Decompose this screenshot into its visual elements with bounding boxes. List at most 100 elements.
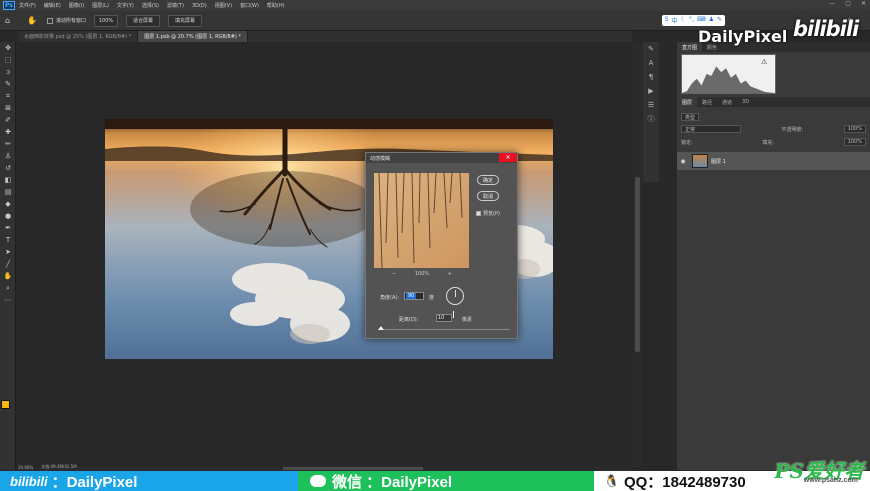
filter-kind-select[interactable]: 类型 bbox=[681, 113, 700, 121]
gradient-tool-icon[interactable]: ▤ bbox=[0, 186, 16, 198]
character-panel-icon[interactable]: A bbox=[643, 56, 659, 70]
distance-unit: 像素 bbox=[462, 317, 473, 323]
blur-preview[interactable] bbox=[374, 173, 469, 268]
blur-tool-icon[interactable]: ◆ bbox=[0, 198, 16, 210]
menu-3d[interactable]: 3D(D) bbox=[192, 3, 207, 9]
menu-layer[interactable]: 图层(L) bbox=[92, 2, 109, 9]
distance-slider-knob[interactable] bbox=[378, 326, 384, 330]
ime-moon-icon[interactable]: ☾ bbox=[681, 16, 686, 25]
line-tool-icon[interactable]: ╱ bbox=[0, 258, 16, 270]
fill-screen-button[interactable]: 填充屏幕 bbox=[168, 14, 203, 27]
tab-paths[interactable]: 路径 bbox=[697, 97, 717, 107]
preview-image bbox=[374, 173, 469, 268]
menu-window[interactable]: 窗口(W) bbox=[240, 2, 259, 9]
menu-select[interactable]: 选择(S) bbox=[142, 2, 159, 9]
more-tools-icon[interactable]: ⋯ bbox=[0, 294, 16, 306]
ime-punct-icon[interactable]: °, bbox=[689, 16, 694, 25]
tab-reflection-psd[interactable]: 水面倒影效果.psd @ 25% (图层 1, RGB/8#) * bbox=[18, 31, 139, 42]
visibility-eye-icon[interactable]: ◉ bbox=[677, 158, 689, 165]
tab-channels[interactable]: 通道 bbox=[717, 97, 737, 107]
tab-layers[interactable]: 图层 bbox=[677, 97, 698, 107]
layer-row[interactable]: ◉ 图层 1 bbox=[677, 152, 870, 170]
fit-screen-button[interactable]: 适合屏幕 bbox=[125, 14, 160, 27]
menu-type[interactable]: 文字(Y) bbox=[117, 2, 134, 9]
zoom-100-button[interactable]: 100% bbox=[93, 14, 118, 27]
history-brush-tool-icon[interactable]: ↺ bbox=[0, 162, 16, 174]
paragraph-panel-icon[interactable]: ¶ bbox=[643, 70, 659, 84]
close-window-button[interactable]: ✕ bbox=[861, 0, 866, 7]
zoom-tool-icon[interactable]: ⌕ bbox=[0, 282, 16, 294]
banner-qq-text: QQ：1842489730 bbox=[623, 473, 746, 491]
preview-checkbox[interactable] bbox=[476, 211, 481, 216]
home-icon[interactable]: ⌂ bbox=[5, 16, 17, 25]
foreground-color-swatch[interactable] bbox=[1, 400, 10, 409]
dialog-close-button[interactable]: ✕ bbox=[499, 153, 517, 162]
brush-tool-icon[interactable]: ✏ bbox=[0, 138, 16, 150]
angle-input[interactable]: 90 bbox=[404, 292, 424, 300]
watermark-channel: DailyPixel bbox=[698, 27, 788, 46]
tab-3d[interactable]: 3D bbox=[737, 97, 754, 107]
type-tool-icon[interactable]: T bbox=[0, 234, 16, 246]
maximize-button[interactable]: ▢ bbox=[845, 0, 851, 7]
lasso-tool-icon[interactable]: ↄ bbox=[0, 66, 16, 78]
menu-edit[interactable]: 编辑(E) bbox=[44, 2, 61, 9]
ime-logo-icon[interactable]: S bbox=[665, 16, 669, 25]
opacity-input[interactable]: 100% bbox=[843, 125, 866, 133]
brush-panel-icon[interactable]: ✎ bbox=[643, 42, 659, 56]
eraser-tool-icon[interactable]: ◧ bbox=[0, 174, 16, 186]
fill-input[interactable]: 100% bbox=[843, 138, 866, 146]
info-panel-icon[interactable]: ⓘ bbox=[643, 112, 659, 126]
dodge-tool-icon[interactable]: ● bbox=[0, 210, 16, 222]
adjust-panel-icon[interactable]: ☰ bbox=[643, 98, 659, 112]
menu-help[interactable]: 帮助(H) bbox=[267, 2, 285, 9]
quick-select-tool-icon[interactable]: ✎ bbox=[0, 78, 16, 90]
tab-layer1-psb[interactable]: 图层 1.psb @ 20.7% (图层 1, RGB/8#) * bbox=[138, 31, 248, 42]
angle-value: 90 bbox=[406, 293, 417, 299]
marquee-tool-icon[interactable]: ⬚ bbox=[0, 54, 16, 66]
distance-slider[interactable] bbox=[378, 326, 510, 330]
clone-stamp-tool-icon[interactable]: ♙ bbox=[0, 150, 16, 162]
angle-label: 角度(A): bbox=[380, 295, 400, 301]
ime-keyboard-icon[interactable]: ⌨ bbox=[697, 16, 706, 25]
dialog-title[interactable]: 动感模糊 bbox=[366, 153, 517, 163]
path-select-tool-icon[interactable]: ➤ bbox=[0, 246, 16, 258]
preview-label: 预览(P) bbox=[483, 211, 500, 217]
eyedropper-tool-icon[interactable]: ✐ bbox=[0, 114, 16, 126]
blend-mode-select[interactable]: 正常 bbox=[681, 125, 741, 133]
cache-warning-icon[interactable]: ⚠ bbox=[761, 58, 767, 66]
menu-bar: Ps 文件(F) 编辑(E) 图像(I) 图层(L) 文字(Y) 选择(S) 滤… bbox=[0, 0, 870, 11]
zoom-in-icon[interactable]: + bbox=[448, 271, 452, 277]
vertical-scrollbar[interactable] bbox=[633, 42, 642, 467]
crop-tool-icon[interactable]: ⌗ bbox=[0, 90, 16, 102]
menu-image[interactable]: 图像(I) bbox=[69, 2, 84, 9]
ime-mode-icon[interactable]: 中 bbox=[672, 16, 678, 25]
angle-needle bbox=[455, 290, 456, 297]
move-tool-icon[interactable]: ✥ bbox=[0, 42, 16, 54]
menu-filter[interactable]: 滤镜(T) bbox=[167, 2, 184, 9]
distance-input[interactable]: 10 bbox=[436, 314, 452, 322]
ime-settings-icon[interactable]: ✎ bbox=[717, 16, 722, 25]
scroll-all-checkbox[interactable] bbox=[46, 17, 53, 24]
hand-tool-icon-side[interactable]: ✋ bbox=[0, 270, 16, 282]
menu-view[interactable]: 视图(V) bbox=[215, 2, 232, 9]
angle-dial[interactable] bbox=[446, 287, 464, 305]
ok-button[interactable]: 确定 bbox=[477, 175, 499, 185]
minimize-button[interactable]: — bbox=[829, 0, 835, 7]
banner-bili-text: ：DailyPixel bbox=[51, 473, 138, 491]
preview-toggle[interactable]: 预览(P) bbox=[476, 210, 500, 217]
zoom-out-icon[interactable]: − bbox=[392, 271, 396, 277]
qq-penguin-icon: 🐧 bbox=[604, 474, 619, 488]
vertical-scroll-thumb[interactable] bbox=[635, 177, 640, 352]
pen-tool-icon[interactable]: ✒ bbox=[0, 222, 16, 234]
ime-user-icon[interactable]: ♟ bbox=[709, 16, 714, 25]
menu-file[interactable]: 文件(F) bbox=[19, 2, 36, 9]
play-action-icon[interactable]: ▶ bbox=[643, 84, 659, 98]
cancel-button[interactable]: 取消 bbox=[477, 191, 499, 201]
healing-brush-tool-icon[interactable]: ✚ bbox=[0, 126, 16, 138]
layer-name[interactable]: 图层 1 bbox=[711, 158, 726, 165]
preview-zoom-row: − 100% + bbox=[392, 271, 452, 277]
hand-tool-icon[interactable]: ✋ bbox=[27, 16, 37, 25]
fill-label: 填充: bbox=[762, 139, 775, 146]
frame-tool-icon[interactable]: ⊠ bbox=[0, 102, 16, 114]
status-zoom[interactable]: 20.66% bbox=[18, 465, 33, 470]
